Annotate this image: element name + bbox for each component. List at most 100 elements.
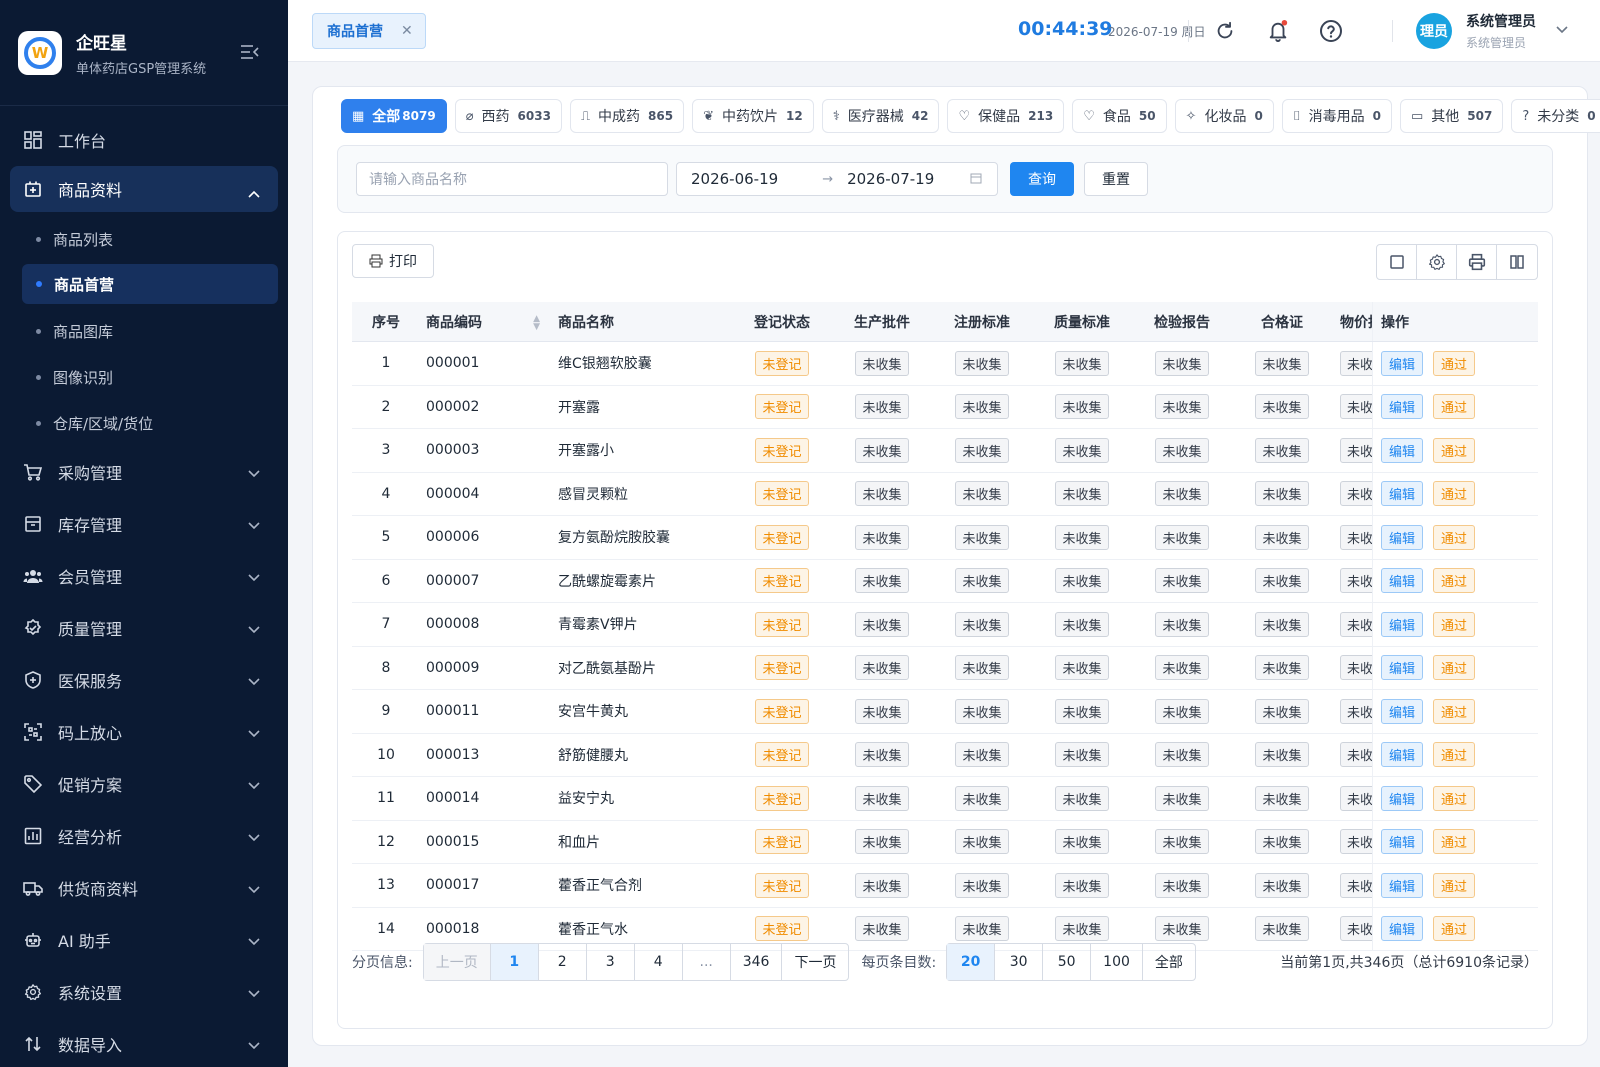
column-header[interactable]: 商品编码 ▲ ▼ <box>420 312 548 332</box>
document-status-cell: 未收集 <box>1132 481 1232 507</box>
edit-button[interactable]: 编辑 <box>1381 437 1424 463</box>
approve-button[interactable]: 通过 <box>1433 916 1476 942</box>
edit-button[interactable]: 编辑 <box>1381 611 1424 637</box>
close-icon[interactable]: ✕ <box>401 23 413 39</box>
edit-button[interactable]: 编辑 <box>1381 916 1424 942</box>
edit-button[interactable]: 编辑 <box>1381 742 1424 768</box>
chevron-down-icon[interactable] <box>1556 22 1568 38</box>
next-page-button[interactable]: 下一页 <box>782 944 848 980</box>
date-start[interactable]: 2026-06-19 <box>691 170 778 188</box>
category-tab[interactable]: ⌷ 消毒用品 0 <box>1281 99 1392 133</box>
category-tab[interactable]: ⌀ 西药 6033 <box>454 99 562 133</box>
reset-button[interactable]: 重置 <box>1084 162 1148 196</box>
edit-button[interactable]: 编辑 <box>1381 785 1424 811</box>
edit-button[interactable]: 编辑 <box>1381 568 1424 594</box>
submenu-item[interactable]: 仓库/区域/货位 <box>0 400 288 446</box>
page-button[interactable]: 2 <box>539 944 587 980</box>
approve-button[interactable]: 通过 <box>1433 481 1476 507</box>
approve-button[interactable]: 通过 <box>1433 611 1476 637</box>
sidebar-item-10[interactable]: 供货商资料 <box>0 862 288 914</box>
edit-button[interactable]: 编辑 <box>1381 655 1424 681</box>
approve-button[interactable]: 通过 <box>1433 698 1476 724</box>
sidebar-item-1[interactable]: 商品资料 <box>10 166 278 212</box>
tab-goods-first-sale[interactable]: 商品首营 ✕ <box>312 13 426 49</box>
columns-icon[interactable] <box>1497 245 1537 279</box>
document-status-cell: 未收集 <box>1132 394 1232 420</box>
category-tab[interactable]: ▭ 其他 507 <box>1399 99 1504 133</box>
edit-button[interactable]: 编辑 <box>1381 524 1424 550</box>
sidebar-item-7[interactable]: 码上放心 <box>0 706 288 758</box>
approve-button[interactable]: 通过 <box>1433 394 1476 420</box>
approve-button[interactable]: 通过 <box>1433 829 1476 855</box>
goods-name-input[interactable]: 请输入商品名称 <box>356 162 668 196</box>
row-actions: 编辑 通过 <box>1372 472 1498 515</box>
page-size-option[interactable]: 50 <box>1043 944 1092 980</box>
edit-button[interactable]: 编辑 <box>1381 829 1424 855</box>
settings-gear-icon[interactable] <box>1417 245 1457 279</box>
approve-button[interactable]: 通过 <box>1433 742 1476 768</box>
edit-button[interactable]: 编辑 <box>1381 698 1424 724</box>
edit-button[interactable]: 编辑 <box>1381 350 1424 376</box>
submenu-item[interactable]: 商品图库 <box>0 308 288 354</box>
status-badge: 未收集 <box>1340 568 1372 594</box>
sidebar-item-9[interactable]: 经营分析 <box>0 810 288 862</box>
approve-button[interactable]: 通过 <box>1433 655 1476 681</box>
sidebar-item-2[interactable]: 采购管理 <box>0 446 288 498</box>
sidebar-item-4[interactable]: 会员管理 <box>0 550 288 602</box>
refresh-icon[interactable] <box>1212 18 1238 44</box>
category-tab[interactable]: ✧ 化妆品 0 <box>1174 99 1274 133</box>
status-badge: 未收集 <box>855 350 909 376</box>
category-tab[interactable]: ▦ 全部 8079 <box>341 99 447 133</box>
category-tab[interactable]: ⎍ 中成药 865 <box>569 99 685 133</box>
sidebar-item-13[interactable]: 数据导入 <box>0 1018 288 1067</box>
sidebar-item-11[interactable]: AI 助手 <box>0 914 288 966</box>
approve-button[interactable]: 通过 <box>1433 524 1476 550</box>
sidebar-item-3[interactable]: 库存管理 <box>0 498 288 550</box>
sort-icon[interactable]: ▲ ▼ <box>533 314 540 331</box>
date-range-picker[interactable]: 2026-06-19 → 2026-07-19 <box>676 162 998 196</box>
page-size-option[interactable]: 100 <box>1091 944 1143 980</box>
registration-status-cell: 未登记 <box>732 350 832 376</box>
page-size-option[interactable]: 30 <box>995 944 1044 980</box>
goods-code: 000001 <box>426 355 480 372</box>
category-label: 医疗器械 <box>847 109 904 125</box>
sidebar-item-12[interactable]: 系统设置 <box>0 966 288 1018</box>
submenu-item[interactable]: 图像识别 <box>0 354 288 400</box>
avatar[interactable]: 理员 <box>1416 13 1452 49</box>
approve-button[interactable]: 通过 <box>1433 568 1476 594</box>
category-tab[interactable]: ? 未分类 0 <box>1511 99 1600 133</box>
collapse-sidebar-icon[interactable] <box>240 44 260 65</box>
sidebar-item-0[interactable]: 工作台 <box>0 114 288 166</box>
approve-button[interactable]: 通过 <box>1433 785 1476 811</box>
page-button[interactable]: 346 <box>731 944 783 980</box>
submenu-item[interactable]: 商品列表 <box>0 216 288 262</box>
sidebar-item-5[interactable]: 质量管理 <box>0 602 288 654</box>
query-button[interactable]: 查询 <box>1010 162 1074 196</box>
page-button[interactable]: 1 <box>490 944 539 980</box>
page-size-option[interactable]: 全部 <box>1143 944 1195 980</box>
approve-button[interactable]: 通过 <box>1433 872 1476 898</box>
user-name[interactable]: 系统管理员 <box>1466 11 1536 31</box>
category-tab[interactable]: ♡ 食品 50 <box>1072 99 1167 133</box>
edit-button[interactable]: 编辑 <box>1381 394 1424 420</box>
edit-button[interactable]: 编辑 <box>1381 481 1424 507</box>
category-tab[interactable]: ❦ 中药饮片 12 <box>692 99 814 133</box>
approve-button[interactable]: 通过 <box>1433 437 1476 463</box>
fullscreen-icon[interactable] <box>1377 245 1417 279</box>
prev-page-button[interactable]: 上一页 <box>423 944 491 980</box>
page-size-option[interactable]: 20 <box>947 944 996 980</box>
page-button[interactable]: 3 <box>587 944 635 980</box>
approve-button[interactable]: 通过 <box>1433 350 1476 376</box>
print-button[interactable]: 打印 <box>352 244 434 278</box>
printer-icon[interactable] <box>1457 245 1497 279</box>
edit-button[interactable]: 编辑 <box>1381 872 1424 898</box>
submenu-item[interactable]: 商品首营 <box>22 264 278 304</box>
category-tab[interactable]: ♡ 保健品 213 <box>947 99 1065 133</box>
sidebar-item-8[interactable]: 促销方案 <box>0 758 288 810</box>
help-icon[interactable] <box>1318 18 1344 44</box>
date-end[interactable]: 2026-07-19 <box>847 170 934 188</box>
page-button[interactable]: 4 <box>635 944 683 980</box>
sidebar-item-6[interactable]: 医保服务 <box>0 654 288 706</box>
category-tab[interactable]: ⚕ 医疗器械 42 <box>821 99 940 133</box>
notification-bell-icon[interactable] <box>1265 18 1291 44</box>
